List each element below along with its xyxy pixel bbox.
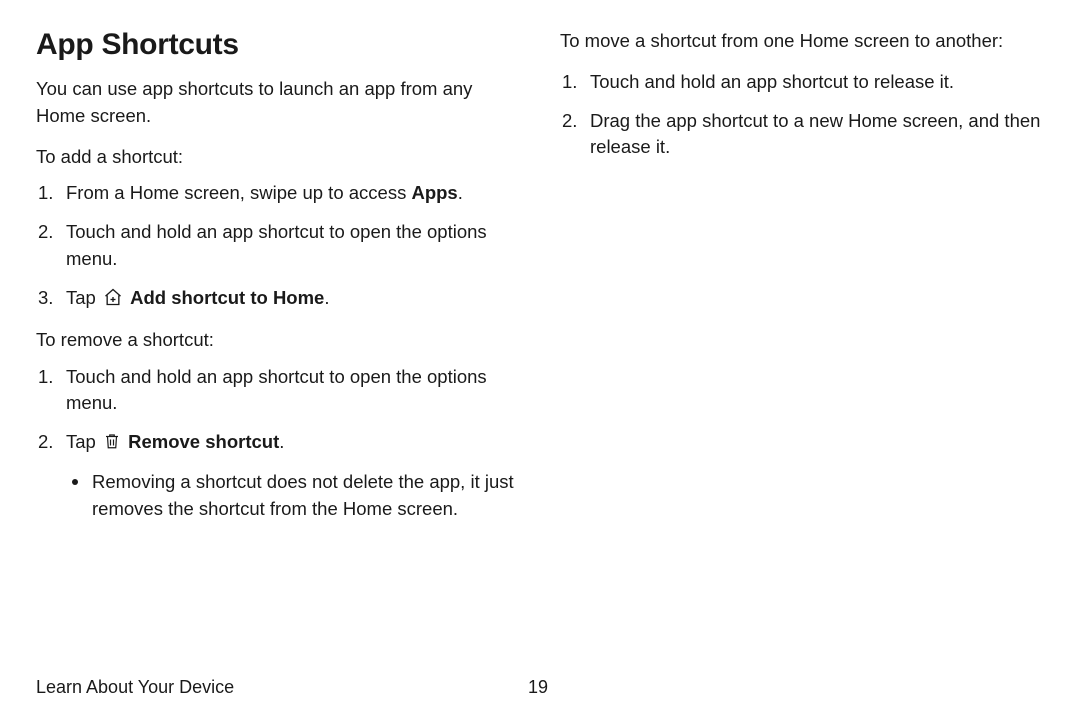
add-step-3: Tap Add shortcut to Home.: [36, 285, 520, 315]
add-step-2: Touch and hold an app shortcut to open t…: [36, 219, 520, 273]
remove-step-1: Touch and hold an app shortcut to open t…: [36, 364, 520, 418]
move-lead: To move a shortcut from one Home screen …: [560, 28, 1044, 55]
remove-note: Removing a shortcut does not delete the …: [66, 469, 520, 523]
trash-icon: [103, 431, 121, 459]
text: .: [458, 182, 463, 203]
home-add-icon: [103, 287, 123, 315]
remove-step-2: Tap Remove shortcut. Removing a shortcut…: [36, 429, 520, 522]
remove-shortcut-label: Remove shortcut: [128, 431, 279, 452]
move-step-2: Drag the app shortcut to a new Home scre…: [560, 108, 1044, 162]
add-steps: From a Home screen, swipe up to access A…: [36, 180, 520, 314]
add-lead: To add a shortcut:: [36, 144, 520, 171]
text: From a Home screen, swipe up to access: [66, 182, 411, 203]
page-footer: Learn About Your Device 19: [36, 677, 1044, 698]
text: .: [324, 287, 329, 308]
text: Tap: [66, 287, 101, 308]
text: .: [279, 431, 284, 452]
footer-section: Learn About Your Device: [36, 677, 234, 697]
move-step-1: Touch and hold an app shortcut to releas…: [560, 69, 1044, 96]
remove-lead: To remove a shortcut:: [36, 327, 520, 354]
apps-label: Apps: [411, 182, 457, 203]
left-column: App Shortcuts You can use app shortcuts …: [36, 28, 520, 535]
page-number: 19: [528, 677, 548, 698]
move-steps: Touch and hold an app shortcut to releas…: [560, 69, 1044, 161]
add-shortcut-label: Add shortcut to Home: [130, 287, 324, 308]
remove-note-list: Removing a shortcut does not delete the …: [66, 469, 520, 523]
page-title: App Shortcuts: [36, 28, 520, 62]
remove-steps: Touch and hold an app shortcut to open t…: [36, 364, 520, 523]
text: Tap: [66, 431, 101, 452]
right-column: To move a shortcut from one Home screen …: [560, 28, 1044, 535]
add-step-1: From a Home screen, swipe up to access A…: [36, 180, 520, 207]
intro-text: You can use app shortcuts to launch an a…: [36, 76, 520, 130]
